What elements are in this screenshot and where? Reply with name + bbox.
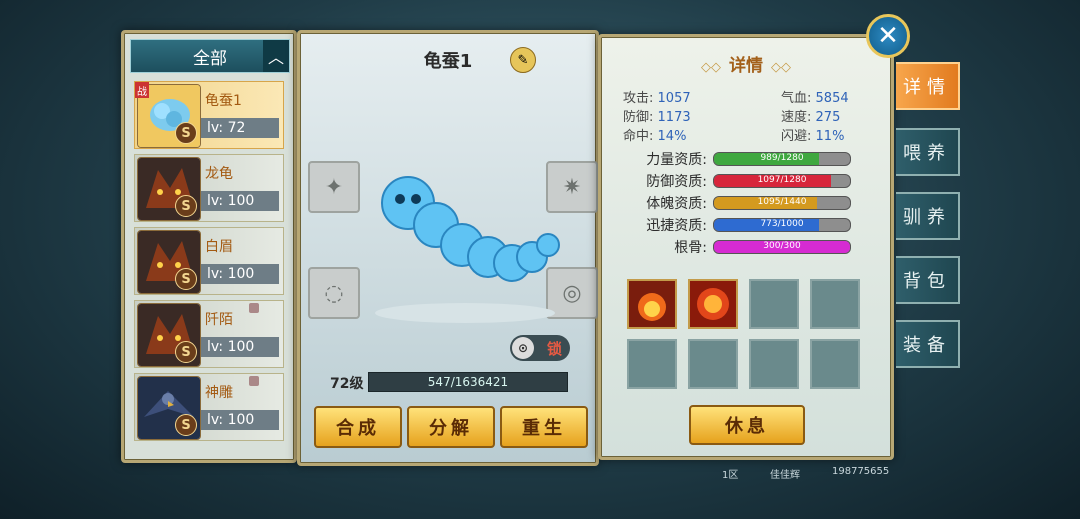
pet-name: 白眉 bbox=[205, 239, 233, 255]
pet-level: lv: 72 bbox=[201, 118, 279, 138]
pet-list-item[interactable]: S 神雕 lv: 100 bbox=[134, 373, 284, 441]
footer-player: 佳佳辉 bbox=[770, 470, 800, 481]
details-title: ◇◇ 详情 ◇◇ bbox=[701, 56, 791, 76]
close-icon[interactable]: ✕ bbox=[866, 14, 910, 58]
tab-feed[interactable]: 喂养 bbox=[896, 128, 960, 176]
equipment-slot-weapon[interactable]: ✦ bbox=[308, 161, 360, 213]
rebirth-button[interactable]: 重生 bbox=[500, 406, 588, 448]
pet-list-item[interactable]: 战 S 龟蚕1 lv: 72 bbox=[134, 81, 284, 149]
aptitude-bar: 773/1000 bbox=[713, 218, 851, 232]
battle-badge: 战 bbox=[135, 82, 149, 98]
stat-attack: 攻击: 1057 bbox=[623, 91, 691, 106]
rest-button[interactable]: 休息 bbox=[689, 405, 805, 445]
diamond-icon: ◇◇ bbox=[701, 60, 721, 75]
tab-details[interactable]: 详情 bbox=[896, 62, 960, 110]
pet-title: 龟蚕1 bbox=[423, 51, 473, 72]
rank-badge: S bbox=[175, 122, 197, 144]
aptitude-bar: 989/1280 bbox=[713, 152, 851, 166]
pet-level: lv: 100 bbox=[201, 410, 279, 430]
pet-model bbox=[375, 176, 560, 323]
skill-slot-empty[interactable] bbox=[749, 339, 799, 389]
rank-badge: S bbox=[175, 268, 197, 290]
aptitude-value: 300/300 bbox=[763, 241, 801, 251]
lock-icon bbox=[249, 376, 259, 386]
fire-skill-icon bbox=[629, 281, 675, 327]
footer-server: 1区 bbox=[722, 470, 739, 481]
pet-level-label: 72级 bbox=[330, 376, 364, 392]
pet-level: lv: 100 bbox=[201, 264, 279, 284]
pet-filter-dropdown[interactable]: 全部 ︿ bbox=[130, 39, 290, 73]
lock-icon bbox=[249, 303, 259, 313]
lock-toggle[interactable]: ⊙ 锁 bbox=[510, 335, 570, 361]
details-panel: ◇◇ 详情 ◇◇ 攻击: 1057 气血: 5854 防御: 1173 速度: 27… bbox=[598, 34, 894, 460]
tab-bag[interactable]: 背包 bbox=[896, 256, 960, 304]
compose-button[interactable]: 合成 bbox=[314, 406, 402, 448]
aptitude-bar: 300/300 bbox=[713, 240, 851, 254]
chevron-up-icon[interactable]: ︿ bbox=[263, 40, 289, 72]
pet-name: 阡陌 bbox=[205, 312, 233, 328]
aptitude-label: 根骨: bbox=[674, 240, 707, 256]
pet-name: 龟蚕1 bbox=[205, 93, 242, 109]
stat-defense: 防御: 1173 bbox=[623, 110, 691, 125]
skill-slot-flame-orb[interactable] bbox=[688, 279, 738, 329]
pet-list-item[interactable]: S 阡陌 lv: 100 bbox=[134, 300, 284, 368]
aptitude-value: 1095/1440 bbox=[757, 197, 807, 207]
aptitude-bar: 1095/1440 bbox=[713, 196, 851, 210]
aptitude-value: 773/1000 bbox=[760, 219, 804, 229]
pet-list-item[interactable]: S 龙龟 lv: 100 bbox=[134, 154, 284, 222]
pet-name: 龙龟 bbox=[205, 166, 233, 182]
pet-list-panel: 全部 ︿ 战 S 龟蚕1 lv: 72 S 龙龟 lv: 100 S 白眉 lv… bbox=[121, 30, 297, 463]
tab-equipment[interactable]: 装备 bbox=[896, 320, 960, 368]
skill-slot-fire[interactable] bbox=[627, 279, 677, 329]
tab-train[interactable]: 驯养 bbox=[896, 192, 960, 240]
rank-badge: S bbox=[175, 414, 197, 436]
flame-orb-skill-icon bbox=[690, 281, 736, 327]
aptitude-label: 迅捷资质: bbox=[646, 218, 707, 234]
rank-badge: S bbox=[175, 341, 197, 363]
equipment-slot-necklace[interactable]: ◌ bbox=[308, 267, 360, 319]
aptitude-label: 力量资质: bbox=[646, 152, 707, 168]
aptitude-label: 防御资质: bbox=[646, 174, 707, 190]
diamond-icon: ◇◇ bbox=[771, 60, 791, 75]
skill-slot-empty[interactable] bbox=[688, 339, 738, 389]
lock-icon: ⊙ bbox=[512, 337, 534, 359]
rank-badge: S bbox=[175, 195, 197, 217]
stat-dodge: 闪避: 11% bbox=[781, 129, 845, 144]
skill-slot-empty[interactable] bbox=[749, 279, 799, 329]
aptitude-bar: 1097/1280 bbox=[713, 174, 851, 188]
decompose-button[interactable]: 分解 bbox=[407, 406, 495, 448]
aptitude-value: 1097/1280 bbox=[757, 175, 807, 185]
exp-bar: 547/1636421 bbox=[368, 372, 568, 392]
stat-speed: 速度: 275 bbox=[781, 110, 841, 125]
footer-id: 198775655 bbox=[832, 466, 890, 477]
pet-preview-panel: 龟蚕1 ✎ ✦ ✷ ◌ ◎ ⊙ 锁 72级 547/1636421 合成 分解 … bbox=[297, 30, 599, 466]
aptitude-value: 989/1280 bbox=[760, 153, 804, 163]
filter-label: 全部 bbox=[193, 48, 227, 69]
pet-level: lv: 100 bbox=[201, 191, 279, 211]
skill-slot-empty[interactable] bbox=[810, 339, 860, 389]
pet-name: 神雕 bbox=[205, 385, 233, 401]
pet-level: lv: 100 bbox=[201, 337, 279, 357]
pet-list-item[interactable]: S 白眉 lv: 100 bbox=[134, 227, 284, 295]
lock-label: 锁 bbox=[546, 339, 562, 358]
skill-slot-empty[interactable] bbox=[810, 279, 860, 329]
stat-hit: 命中: 14% bbox=[623, 129, 687, 144]
skill-slot-empty[interactable] bbox=[627, 339, 677, 389]
edit-icon[interactable]: ✎ bbox=[510, 47, 536, 73]
stat-hp: 气血: 5854 bbox=[781, 91, 849, 106]
aptitude-label: 体魄资质: bbox=[646, 196, 707, 212]
